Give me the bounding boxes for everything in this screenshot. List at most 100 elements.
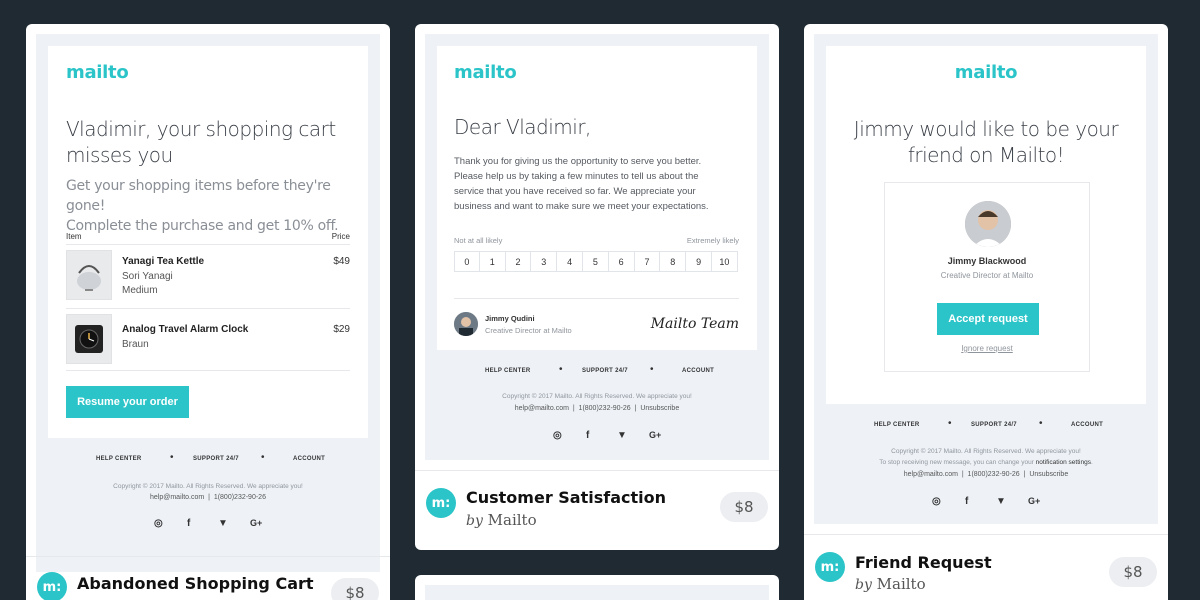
instagram-icon[interactable]: ◎ [154,518,163,529]
template-title[interactable]: Customer Satisfaction [466,488,666,507]
template-card-abandoned-cart[interactable]: mailto Vladimir, your shopping cart miss… [26,24,390,600]
unsubscribe-link[interactable]: Unsubscribe [640,405,679,412]
contact-line: help@mailto.com | 1(800)232-90-26 | Unsu… [514,405,680,412]
google-plus-icon[interactable]: G+ [649,430,661,440]
sender-avatar [454,312,478,336]
unsubscribe-link[interactable]: Unsubscribe [1029,471,1068,478]
clock-image [75,325,103,353]
email-body: mailto Jimmy would like to be your frien… [826,46,1146,404]
column-item-header: Item [66,232,82,241]
facebook-icon[interactable]: f [965,496,968,507]
template-card-partial[interactable] [415,575,779,600]
copyright-text: Copyright © 2017 Mailto. All Rights Rese… [502,393,692,400]
mailto-logo: mailto [454,62,517,83]
instagram-icon[interactable]: ◎ [553,430,562,441]
item-name: Analog Travel Alarm Clock [122,324,249,335]
author-badge: m: [37,572,67,600]
email-subheadline: Get your shopping items before they're g… [66,178,339,234]
google-plus-icon[interactable]: G+ [250,518,262,528]
divider [66,370,350,371]
email-body: mailto Vladimir, your shopping cart miss… [48,46,368,438]
ignore-request-link[interactable]: Ignore request [885,344,1089,353]
product-thumbnail-clock [66,314,112,364]
footer-link-help[interactable]: HELP CENTER [485,368,531,374]
rating-option-1[interactable]: 1 [479,251,506,272]
divider [454,298,739,299]
rating-option-8[interactable]: 8 [660,251,687,272]
footer-separator: • [170,452,174,463]
contact-line: help@mailto.com | 1(800)232-90-26 [150,494,266,501]
column-price-header: Price [331,232,350,241]
template-title[interactable]: Abandoned Shopping Cart [77,574,314,593]
footer-link-support[interactable]: SUPPORT 24/7 [582,368,628,374]
price-badge: $8 [720,492,768,522]
item-details: Braun [122,339,149,350]
item-details: Sori Yanagi Medium [122,271,173,296]
notification-settings-link[interactable]: notification settings [1036,459,1091,466]
price-badge: $8 [331,578,379,600]
twitter-icon[interactable]: ▼ [996,496,1006,507]
email-preview-frame: mailto Vladimir, your shopping cart miss… [36,34,380,572]
template-card-customer-satisfaction[interactable]: mailto Dear Vladimir, Thank you for givi… [415,24,779,550]
footer-link-support[interactable]: SUPPORT 24/7 [971,422,1017,428]
card-divider [415,470,779,471]
footer-link-help[interactable]: HELP CENTER [96,456,142,462]
footer-separator: • [261,452,265,463]
divider [66,308,350,309]
scale-low-label: Not at all likely [454,236,503,245]
rating-option-5[interactable]: 5 [582,251,609,272]
email-body: mailto Dear Vladimir, Thank you for givi… [437,46,757,350]
rating-option-6[interactable]: 6 [608,251,635,272]
kettle-image [77,265,101,291]
footer-separator: • [948,418,952,429]
copyright-text: Copyright © 2017 Mailto. All Rights Rese… [113,483,303,490]
footer-link-account[interactable]: ACCOUNT [1071,422,1103,428]
email-preview-frame [425,585,769,600]
product-thumbnail-kettle [66,250,112,300]
rating-option-10[interactable]: 10 [711,251,738,272]
signature: Mailto Team [650,316,739,332]
rating-option-2[interactable]: 2 [505,251,532,272]
footer-link-account[interactable]: ACCOUNT [293,456,325,462]
rating-option-9[interactable]: 9 [686,251,712,272]
item-name: Yanagi Tea Kettle [122,256,205,267]
sender-role: Creative Director at Mailto [485,326,572,335]
facebook-icon[interactable]: f [187,518,190,529]
instagram-icon[interactable]: ◎ [932,496,941,507]
sender-name: Jimmy Qudini [485,314,535,323]
google-plus-icon[interactable]: G+ [1028,496,1040,506]
footer-separator: • [650,364,654,375]
divider [66,244,350,245]
twitter-icon[interactable]: ▼ [617,430,627,441]
email-body-text: Thank you for giving us the opportunity … [454,156,709,212]
author-badge: m: [426,488,456,518]
twitter-icon[interactable]: ▼ [218,518,228,529]
resume-order-button[interactable]: Resume your order [66,386,189,418]
template-author[interactable]: by Mailto [855,575,926,593]
profile-avatar [965,201,1011,247]
rating-option-3[interactable]: 3 [531,251,558,272]
mailto-logo: mailto [66,62,129,83]
template-card-friend-request[interactable]: mailto Jimmy would like to be your frien… [804,24,1168,600]
rating-option-0[interactable]: 0 [454,251,480,272]
profile-name: Jimmy Blackwood [947,256,1027,266]
mailto-logo: mailto [954,62,1018,83]
author-badge: m: [815,552,845,582]
rating-option-4[interactable]: 4 [557,251,583,272]
item-price: $49 [333,256,350,267]
profile-role: Creative Director at Mailto [940,271,1034,280]
footer-link-support[interactable]: SUPPORT 24/7 [193,456,239,462]
footer-link-help[interactable]: HELP CENTER [874,422,920,428]
accept-request-button[interactable]: Accept request [937,303,1039,335]
footer-separator: • [1039,418,1043,429]
email-headline: Vladimir, your shopping cart misses you [66,117,336,167]
card-divider [804,534,1168,535]
rating-scale: 0 1 2 3 4 5 6 7 8 9 10 [454,251,738,272]
template-author[interactable]: by Mailto [466,511,537,529]
scale-high-label: Extremely likely [686,236,739,245]
rating-option-7[interactable]: 7 [634,251,661,272]
template-title[interactable]: Friend Request [855,553,992,572]
facebook-icon[interactable]: f [586,430,589,441]
footer-link-account[interactable]: ACCOUNT [682,368,714,374]
contact-line: help@mailto.com | 1(800)232-90-26 | Unsu… [903,471,1069,478]
